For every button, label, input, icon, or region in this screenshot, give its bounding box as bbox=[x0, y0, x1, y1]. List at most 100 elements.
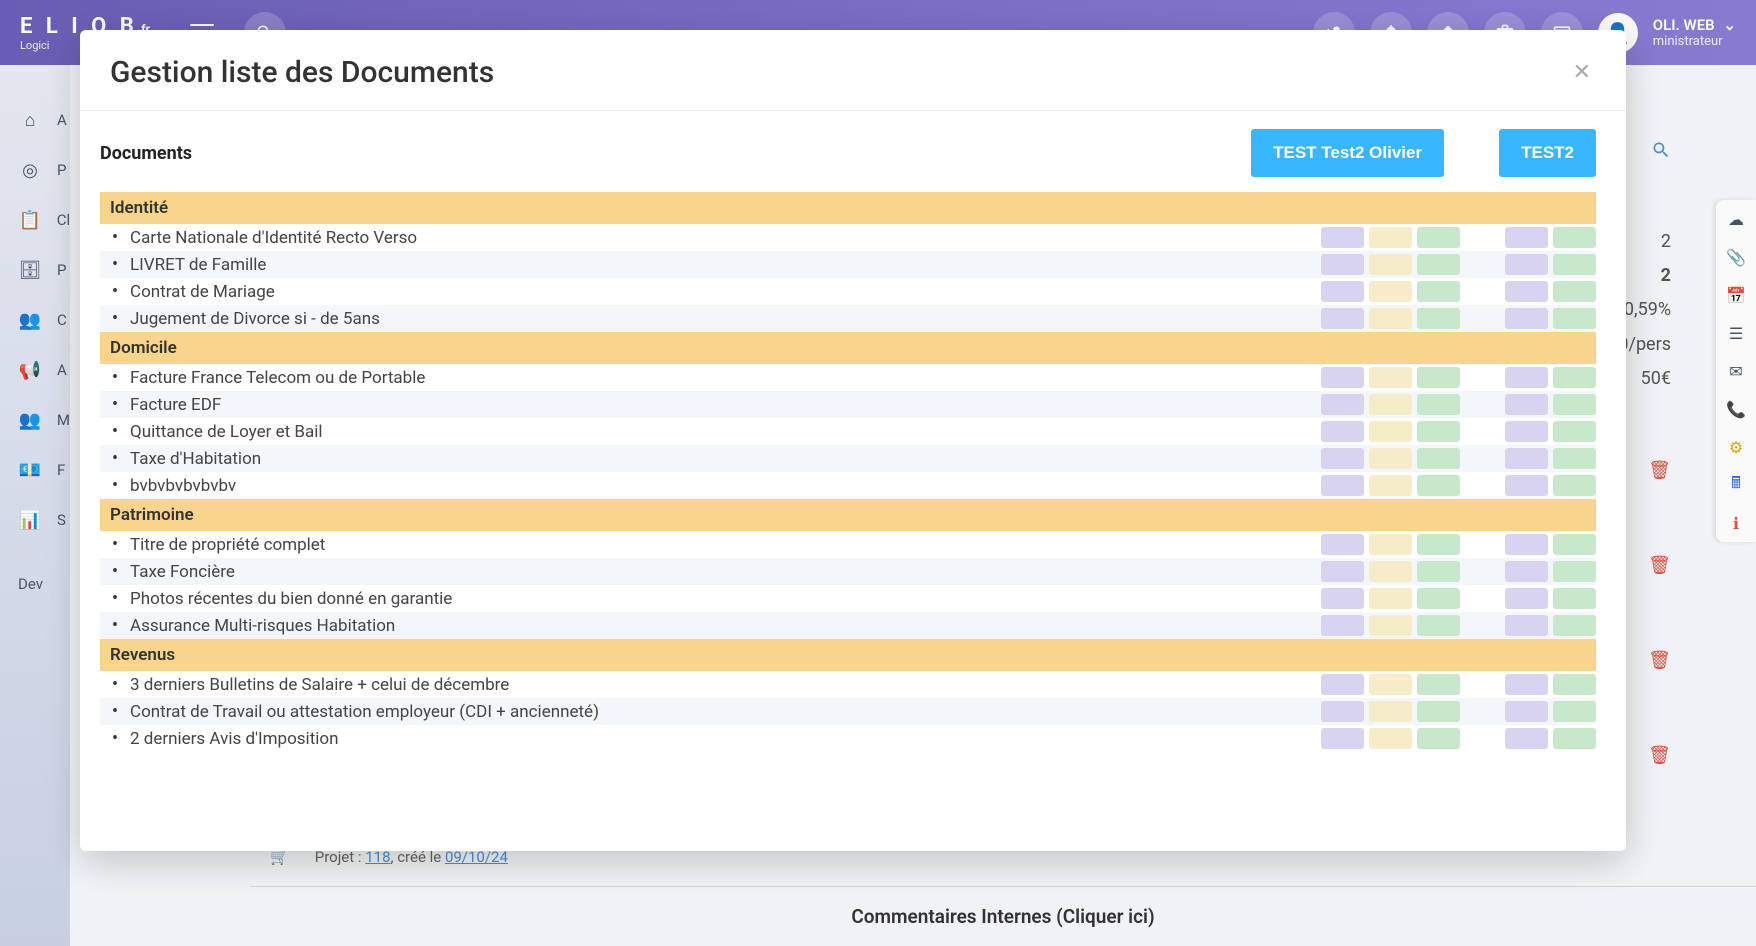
document-item[interactable]: Taxe Foncière bbox=[100, 558, 1596, 585]
status-cell[interactable] bbox=[1505, 534, 1548, 555]
document-item[interactable]: Titre de propriété complet bbox=[100, 531, 1596, 558]
status-cell[interactable] bbox=[1321, 534, 1364, 555]
status-cell[interactable] bbox=[1321, 227, 1364, 248]
document-item[interactable]: bvbvbvbvbvbv bbox=[100, 472, 1596, 499]
status-cell[interactable] bbox=[1417, 254, 1460, 275]
status-cell[interactable] bbox=[1369, 448, 1412, 469]
status-cell[interactable] bbox=[1505, 615, 1548, 636]
status-cell[interactable] bbox=[1321, 475, 1364, 496]
status-cell[interactable] bbox=[1321, 615, 1364, 636]
status-cell[interactable] bbox=[1321, 281, 1364, 302]
status-cell[interactable] bbox=[1553, 254, 1596, 275]
status-cell[interactable] bbox=[1417, 615, 1460, 636]
status-cell[interactable] bbox=[1417, 701, 1460, 722]
modal-body: Documents TEST Test2 Olivier TEST2 Ident… bbox=[80, 111, 1626, 851]
status-cell[interactable] bbox=[1417, 281, 1460, 302]
status-cell[interactable] bbox=[1505, 728, 1548, 749]
document-item[interactable]: Jugement de Divorce si - de 5ans bbox=[100, 305, 1596, 332]
status-cell[interactable] bbox=[1505, 227, 1548, 248]
status-cell[interactable] bbox=[1417, 421, 1460, 442]
status-cell[interactable] bbox=[1553, 674, 1596, 695]
test-button-1[interactable]: TEST Test2 Olivier bbox=[1251, 129, 1444, 177]
status-cell[interactable] bbox=[1505, 421, 1548, 442]
status-cell[interactable] bbox=[1369, 308, 1412, 329]
document-item[interactable]: 2 derniers Avis d'Imposition bbox=[100, 725, 1596, 752]
document-item[interactable]: Contrat de Mariage bbox=[100, 278, 1596, 305]
status-cell[interactable] bbox=[1553, 227, 1596, 248]
status-cell[interactable] bbox=[1369, 674, 1412, 695]
status-cell[interactable] bbox=[1553, 534, 1596, 555]
status-cell[interactable] bbox=[1553, 308, 1596, 329]
status-cell[interactable] bbox=[1553, 394, 1596, 415]
status-cell[interactable] bbox=[1417, 394, 1460, 415]
status-cell[interactable] bbox=[1321, 254, 1364, 275]
status-cell[interactable] bbox=[1505, 254, 1548, 275]
document-item[interactable]: Facture France Telecom ou de Portable bbox=[100, 364, 1596, 391]
status-cell[interactable] bbox=[1321, 728, 1364, 749]
status-cell[interactable] bbox=[1417, 674, 1460, 695]
status-cell[interactable] bbox=[1417, 534, 1460, 555]
status-cell[interactable] bbox=[1417, 728, 1460, 749]
status-cell[interactable] bbox=[1553, 367, 1596, 388]
status-cell[interactable] bbox=[1505, 588, 1548, 609]
status-cell[interactable] bbox=[1553, 728, 1596, 749]
status-cell[interactable] bbox=[1505, 367, 1548, 388]
status-cell[interactable] bbox=[1553, 588, 1596, 609]
status-cell[interactable] bbox=[1417, 448, 1460, 469]
status-cell[interactable] bbox=[1505, 281, 1548, 302]
status-cell[interactable] bbox=[1553, 701, 1596, 722]
document-item[interactable]: Photos récentes du bien donné en garanti… bbox=[100, 585, 1596, 612]
status-cell[interactable] bbox=[1321, 588, 1364, 609]
status-cell[interactable] bbox=[1321, 674, 1364, 695]
status-cell[interactable] bbox=[1505, 475, 1548, 496]
test-button-2[interactable]: TEST2 bbox=[1499, 129, 1596, 177]
status-cell[interactable] bbox=[1417, 308, 1460, 329]
status-cell[interactable] bbox=[1417, 227, 1460, 248]
status-cell[interactable] bbox=[1369, 615, 1412, 636]
status-cell[interactable] bbox=[1417, 588, 1460, 609]
status-cell[interactable] bbox=[1553, 281, 1596, 302]
status-cell[interactable] bbox=[1553, 448, 1596, 469]
status-cell[interactable] bbox=[1417, 561, 1460, 582]
status-cell[interactable] bbox=[1505, 674, 1548, 695]
status-cell[interactable] bbox=[1417, 367, 1460, 388]
status-cell[interactable] bbox=[1369, 534, 1412, 555]
status-cell[interactable] bbox=[1369, 728, 1412, 749]
status-cell[interactable] bbox=[1369, 281, 1412, 302]
document-item[interactable]: 3 derniers Bulletins de Salaire + celui … bbox=[100, 671, 1596, 698]
status-cell[interactable] bbox=[1321, 394, 1364, 415]
document-item[interactable]: Carte Nationale d'Identité Recto Verso bbox=[100, 224, 1596, 251]
status-cell[interactable] bbox=[1321, 561, 1364, 582]
document-item[interactable]: LIVRET de Famille bbox=[100, 251, 1596, 278]
document-item[interactable]: Assurance Multi-risques Habitation bbox=[100, 612, 1596, 639]
status-cell[interactable] bbox=[1505, 308, 1548, 329]
status-cell[interactable] bbox=[1553, 615, 1596, 636]
status-cell[interactable] bbox=[1369, 701, 1412, 722]
status-cell[interactable] bbox=[1369, 588, 1412, 609]
modal-close-button[interactable]: ✕ bbox=[1568, 55, 1596, 90]
document-item[interactable]: Contrat de Travail ou attestation employ… bbox=[100, 698, 1596, 725]
document-item[interactable]: Taxe d'Habitation bbox=[100, 445, 1596, 472]
status-cell[interactable] bbox=[1369, 561, 1412, 582]
status-cell[interactable] bbox=[1505, 394, 1548, 415]
status-cell[interactable] bbox=[1321, 421, 1364, 442]
document-item[interactable]: Facture EDF bbox=[100, 391, 1596, 418]
status-cell[interactable] bbox=[1369, 421, 1412, 442]
status-cell[interactable] bbox=[1321, 308, 1364, 329]
status-cell[interactable] bbox=[1553, 561, 1596, 582]
status-cell[interactable] bbox=[1369, 254, 1412, 275]
status-cell[interactable] bbox=[1505, 701, 1548, 722]
status-cell[interactable] bbox=[1505, 448, 1548, 469]
status-cell[interactable] bbox=[1553, 421, 1596, 442]
document-item[interactable]: Quittance de Loyer et Bail bbox=[100, 418, 1596, 445]
status-cell[interactable] bbox=[1369, 394, 1412, 415]
status-cell[interactable] bbox=[1321, 448, 1364, 469]
status-cell[interactable] bbox=[1369, 475, 1412, 496]
status-cell[interactable] bbox=[1417, 475, 1460, 496]
status-cell[interactable] bbox=[1553, 475, 1596, 496]
status-cell[interactable] bbox=[1369, 227, 1412, 248]
status-cell[interactable] bbox=[1321, 701, 1364, 722]
status-cell[interactable] bbox=[1505, 561, 1548, 582]
status-cell[interactable] bbox=[1321, 367, 1364, 388]
status-cell[interactable] bbox=[1369, 367, 1412, 388]
